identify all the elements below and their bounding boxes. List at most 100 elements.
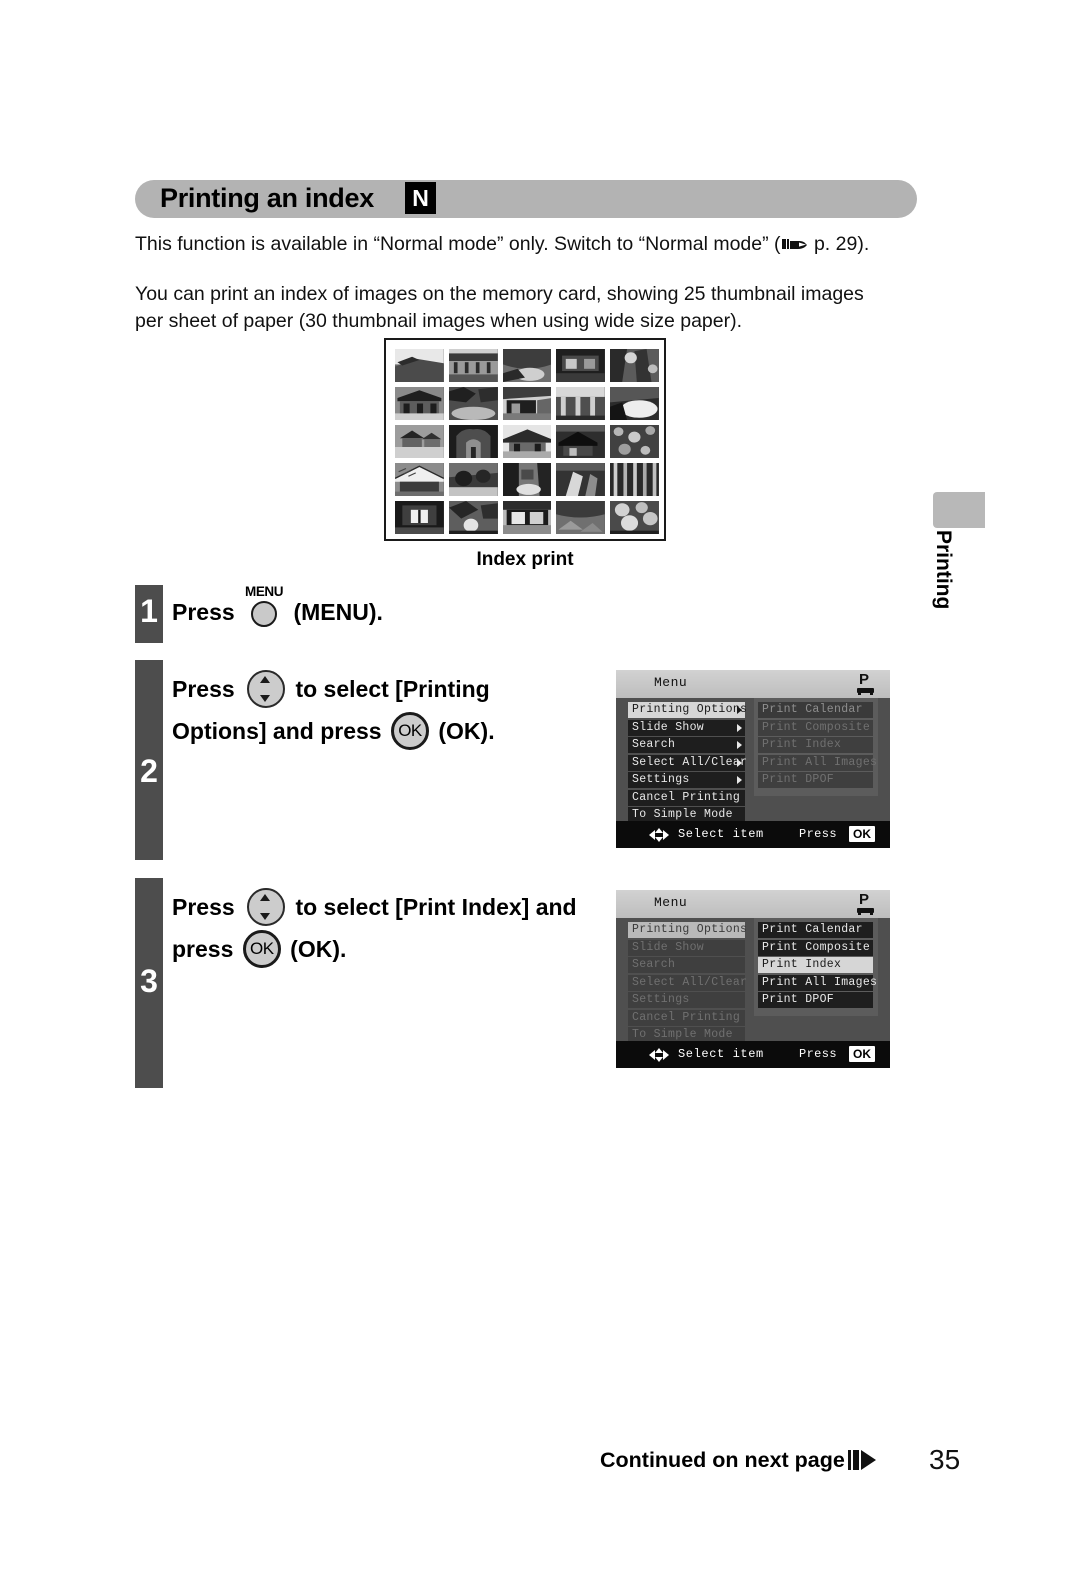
thumbnail-image: [556, 501, 606, 534]
normal-mode-badge: N: [405, 182, 436, 214]
step-1-text-before: Press: [172, 599, 242, 625]
thumbnail-image: [610, 349, 659, 382]
step-number-1: 1: [135, 585, 163, 643]
menu-item-label: Cancel Printing: [632, 790, 741, 804]
thumbnail-image: [448, 387, 498, 420]
thumbnail-image: [395, 349, 444, 382]
printer-icon: P: [857, 891, 877, 915]
submenu-item-print-composite[interactable]: Print Composite: [758, 719, 873, 736]
thumbnail-image: [448, 463, 498, 496]
step-3-instruction: Press to select [Print Index] and press …: [172, 886, 602, 970]
lcd-footer: Select item Press OK: [616, 821, 890, 848]
submenu-item-print-all-images[interactable]: Print All Images: [758, 754, 877, 771]
thumbnail-image: [448, 349, 498, 382]
menu-item-printing-options[interactable]: Printing Options: [628, 702, 747, 718]
arrow-up-icon: [260, 676, 271, 683]
submenu-item-print-all-images[interactable]: Print All Images: [758, 974, 877, 991]
step-3-line-1: Press to select [Print Index] and: [172, 886, 602, 928]
menu-item-cancel-printing[interactable]: Cancel Printing: [628, 789, 745, 806]
step-2-line2-after: (OK).: [431, 718, 495, 744]
lcd-main-menu-column: Printing Options Slide Show Search Selec…: [628, 702, 748, 825]
lcd-title: Menu: [654, 675, 688, 690]
lcd-menu-screen-step2: Menu P Printing Options Slide Show Searc…: [616, 670, 890, 848]
thumbnail-image: [395, 501, 444, 534]
menu-item-settings[interactable]: Settings: [628, 772, 745, 788]
step-3-line-2: press OK (OK).: [172, 928, 602, 970]
ok-button-icon: OK: [242, 929, 282, 969]
arrow-down-icon: [260, 913, 271, 920]
up-down-button-icon: [244, 886, 286, 928]
thumbnail-image: [502, 349, 552, 382]
menu-item-slide-show[interactable]: Slide Show: [628, 719, 745, 736]
menu-item-cancel-printing[interactable]: Cancel Printing: [628, 1009, 745, 1026]
step-number-3: 3: [135, 878, 163, 1088]
submenu-item-print-calendar[interactable]: Print Calendar: [758, 702, 873, 718]
lcd-footer-ok-chip: OK: [849, 1046, 875, 1062]
submenu-item-print-dpof[interactable]: Print DPOF: [758, 992, 873, 1008]
menu-item-select-all-clear[interactable]: Select All/Clear: [628, 974, 748, 991]
menu-item-label: Select All/Clear: [632, 755, 748, 769]
thumbnail-image: [448, 425, 498, 458]
step-2-line1-before: Press: [172, 676, 242, 702]
menu-item-label: Settings: [632, 993, 690, 1006]
printer-icon-foot-right: [870, 912, 873, 915]
menu-item-slide-show[interactable]: Slide Show: [628, 939, 745, 956]
menu-item-label: To Simple Mode: [632, 808, 733, 821]
menu-item-label: Printing Options: [632, 923, 748, 936]
submenu-item-print-index[interactable]: Print Index: [758, 737, 873, 753]
step-3-line2-after: (OK).: [283, 936, 347, 962]
play-arrow-icon: [848, 1448, 880, 1472]
submenu-item-label: Print Composite: [762, 940, 871, 954]
arrow-down-icon: [260, 695, 271, 702]
index-thumbnail-grid: [395, 349, 659, 534]
lcd-body: Printing Options Slide Show Search Selec…: [616, 918, 890, 1043]
thumbnail-image: [502, 425, 552, 458]
normal-mode-note-before: This function is available in “Normal mo…: [135, 233, 781, 255]
step-2-line-2: Options] and press OK (OK).: [172, 710, 592, 752]
thumbnail-image: [610, 501, 659, 534]
lcd-header: Menu P: [616, 890, 890, 918]
submenu-item-print-composite[interactable]: Print Composite: [758, 939, 873, 956]
lcd-body: Printing Options Slide Show Search Selec…: [616, 698, 890, 823]
submenu-item-label: Print DPOF: [762, 773, 835, 786]
printer-icon: P: [857, 671, 877, 695]
ok-button-icon: OK: [390, 711, 430, 751]
menu-item-settings[interactable]: Settings: [628, 992, 745, 1008]
chapter-tab-box: [933, 492, 985, 528]
submenu-item-print-calendar[interactable]: Print Calendar: [758, 922, 873, 938]
menu-item-label: Select All/Clear: [632, 975, 748, 989]
lcd-header: Menu P: [616, 670, 890, 698]
submenu-item-print-index[interactable]: Print Index: [758, 957, 873, 973]
submenu-item-label: Print DPOF: [762, 993, 835, 1006]
menu-item-search[interactable]: Search: [628, 737, 745, 753]
submenu-item-label: Print Index: [762, 738, 842, 751]
submenu-item-label: Print All Images: [762, 755, 878, 769]
thumbnail-image: [502, 501, 552, 534]
thumbnail-image: [502, 387, 552, 420]
menu-item-label: Settings: [632, 773, 690, 786]
menu-button-circle: [251, 601, 278, 627]
lcd-main-menu-column: Printing Options Slide Show Search Selec…: [628, 922, 748, 1045]
thumbnail-image: [610, 463, 659, 496]
step-number-label: 2: [140, 753, 158, 789]
menu-item-printing-options[interactable]: Printing Options: [628, 922, 748, 938]
lcd-title: Menu: [654, 895, 688, 910]
thumbnail-image: [395, 463, 444, 496]
thumbnail-image: [448, 501, 498, 534]
arrow-up-icon: [260, 894, 271, 901]
step-3-line1-after: to select [Print Index] and: [289, 894, 577, 920]
reference-page: p. 29).: [808, 233, 870, 255]
lcd-footer-ok-chip: OK: [849, 826, 875, 842]
lcd-submenu-column: Print Calendar Print Composite Print Ind…: [758, 922, 877, 1010]
chevron-right-icon: [737, 723, 742, 732]
menu-item-label: Search: [632, 958, 676, 971]
printer-icon-foot-left: [858, 692, 861, 695]
submenu-item-label: Print Calendar: [762, 923, 863, 936]
step-3-line2-before: press: [172, 936, 240, 962]
step-1-instruction: Press MENU (MENU).: [172, 585, 592, 633]
submenu-item-print-dpof[interactable]: Print DPOF: [758, 772, 873, 788]
menu-item-label: Cancel Printing: [632, 1010, 741, 1024]
submenu-item-label: Print Composite: [762, 720, 871, 734]
menu-item-search[interactable]: Search: [628, 957, 745, 973]
menu-item-select-all-clear[interactable]: Select All/Clear: [628, 754, 748, 771]
